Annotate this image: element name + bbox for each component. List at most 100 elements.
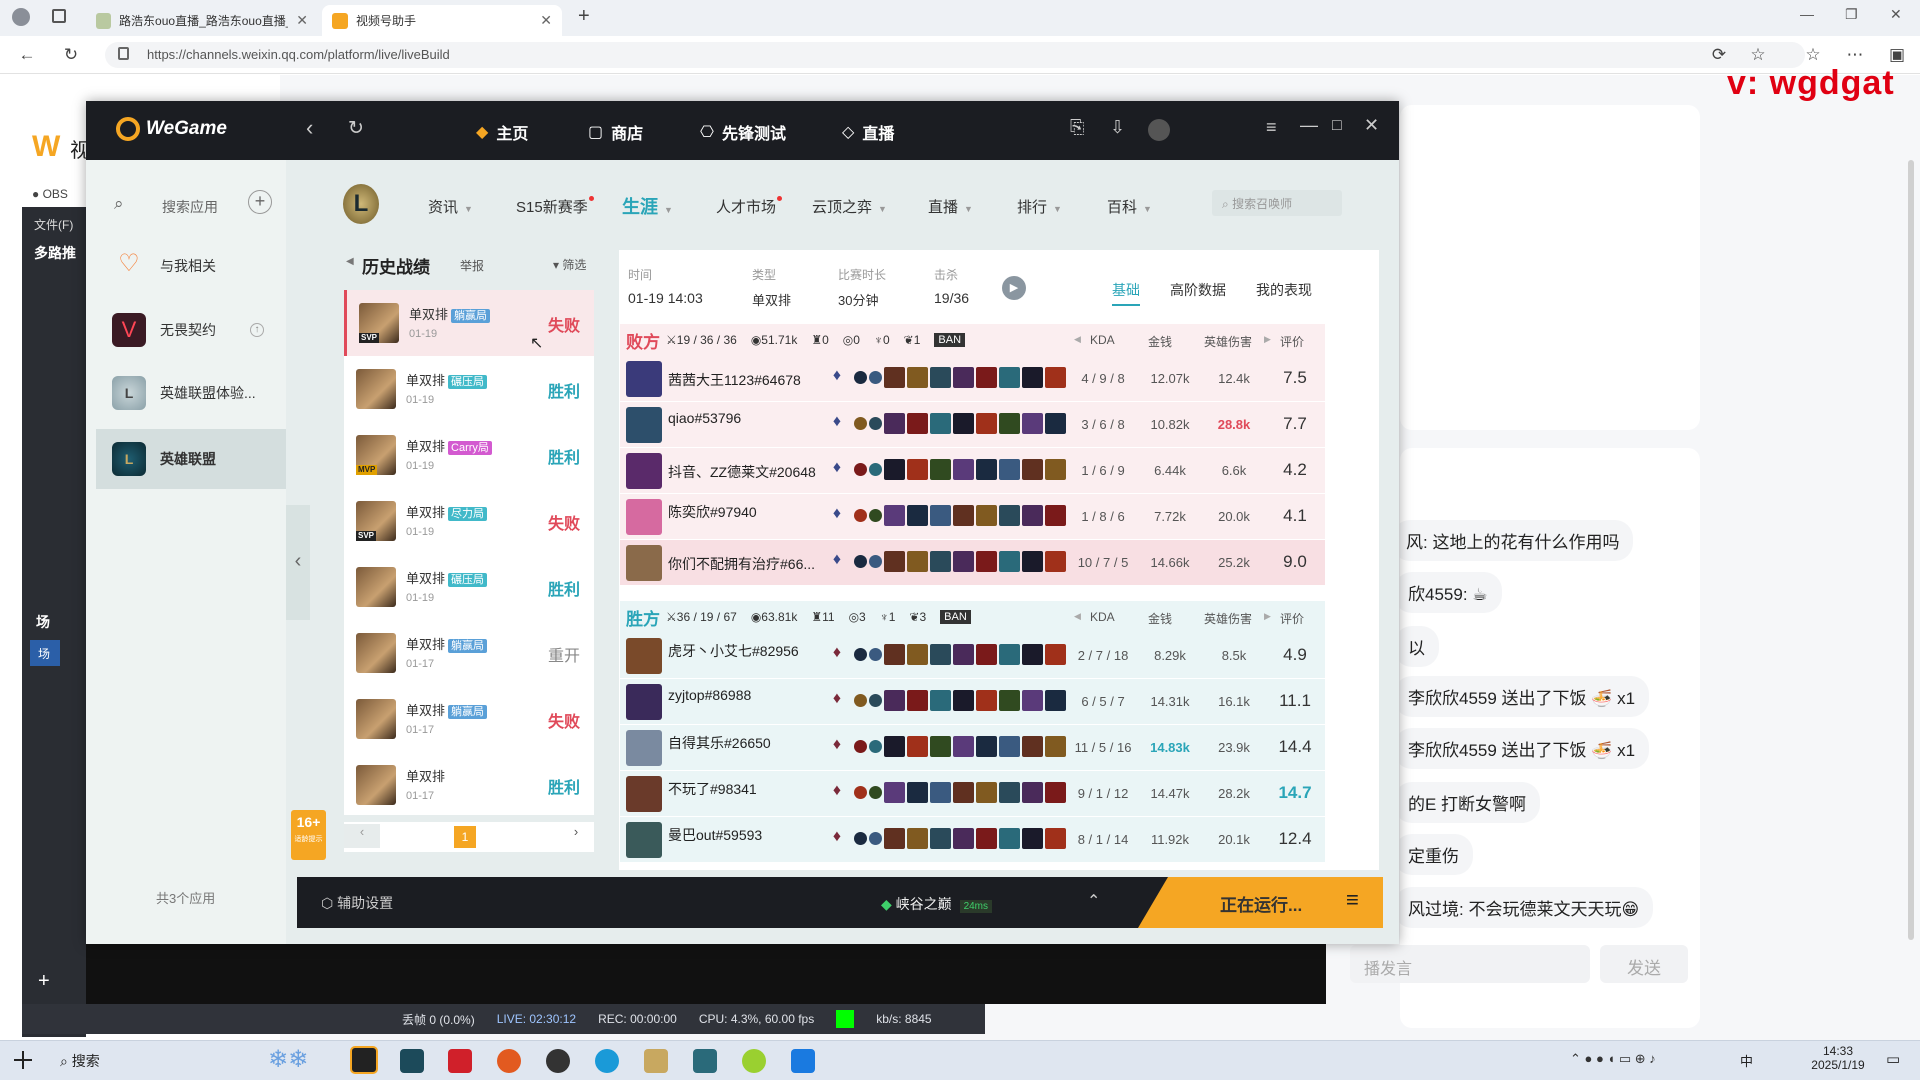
column-gold[interactable]: 金钱	[1148, 610, 1172, 627]
wg-download-icon[interactable]: ⇩	[1110, 117, 1125, 138]
wg-refresh-icon[interactable]: ↻	[348, 117, 364, 140]
app-icon-wegame[interactable]	[350, 1046, 378, 1074]
player-row[interactable]: 抖音、ZZ德莱文#20648 ♦ 1 / 6 / 9 6.44k 6.6k 4.2	[620, 448, 1325, 493]
scroll-right-icon[interactable]: ▶	[1264, 611, 1271, 622]
comment-input[interactable]: 播发言	[1350, 945, 1590, 983]
taskbar-clock[interactable]: 14:33 2025/1/19	[1808, 1044, 1868, 1072]
scroll-left-icon[interactable]: ◀	[1074, 334, 1081, 345]
ime-indicator[interactable]: 中	[1740, 1051, 1753, 1070]
history-row[interactable]: 单双排 躺赢局 01-17 重开	[344, 620, 594, 686]
app-icon-game[interactable]	[497, 1049, 521, 1073]
tray-icons[interactable]: ⌃ ● ● ◖ ▭ ⊕ ♪	[1570, 1051, 1656, 1067]
add-app-icon[interactable]: +	[248, 190, 272, 214]
app-icon-blue[interactable]	[791, 1049, 815, 1073]
browser-tab-assistant[interactable]: 视频号助手 ✕	[322, 5, 562, 36]
column-kda[interactable]: KDA	[1090, 333, 1115, 347]
app-icon-wps[interactable]	[448, 1049, 472, 1073]
history-row[interactable]: 单双排 碾压局 01-19 胜利	[344, 554, 594, 620]
ban-button[interactable]: BAN	[940, 610, 971, 624]
report-link[interactable]: 举报	[460, 257, 484, 274]
column-kda[interactable]: KDA	[1090, 610, 1115, 624]
player-row[interactable]: 不玩了#98341 ♦ 9 / 1 / 12 14.47k 28.2k 14.7	[620, 771, 1325, 816]
column-dmg[interactable]: 英雄伤害	[1204, 610, 1252, 627]
app-icon-lol2[interactable]	[644, 1049, 668, 1073]
wg-back-icon[interactable]: ‹	[306, 115, 313, 141]
url-field[interactable]: https://channels.weixin.qq.com/platform/…	[105, 42, 1805, 68]
tab-basic[interactable]: 基础	[1112, 280, 1140, 306]
column-gold[interactable]: 金钱	[1148, 333, 1172, 350]
sidebar-item-related[interactable]: ♡ 与我相关	[96, 237, 276, 295]
tab-my-performance[interactable]: 我的表现	[1256, 280, 1312, 300]
prev-page-icon[interactable]: ‹	[344, 824, 380, 848]
column-score[interactable]: 评价	[1280, 610, 1304, 627]
summoner-search[interactable]: ⌕ 搜索召唤师	[1212, 190, 1342, 216]
wg-nav-live[interactable]: ◇ 直播	[842, 120, 894, 144]
back-icon[interactable]: ←	[14, 42, 40, 68]
column-score[interactable]: 评价	[1280, 333, 1304, 350]
running-button[interactable]: 正在运行... ≡	[1138, 877, 1383, 928]
player-row[interactable]: qiao#53796 ♦ 3 / 6 / 8 10.82k 28.8k 7.7	[620, 402, 1325, 447]
wg-nav-home[interactable]: ◆ 主页	[476, 120, 528, 144]
search-icon[interactable]: ⌕	[114, 194, 124, 214]
lol-nav-item[interactable]: 生涯 ▼	[622, 193, 673, 219]
app-icon-lol[interactable]	[400, 1049, 424, 1073]
assist-settings-button[interactable]: ⬡ 辅助设置	[321, 893, 393, 913]
lol-nav-item[interactable]: 直播 ▼	[928, 196, 973, 217]
wg-app-search[interactable]: 搜索应用	[162, 197, 218, 217]
restore-icon[interactable]: ❐	[1845, 6, 1858, 23]
server-status[interactable]: ◆ 峡谷之巅 24ms	[881, 894, 993, 914]
lol-nav-item[interactable]: S15新赛季	[516, 196, 594, 217]
player-row[interactable]: 曼巴out#59593 ♦ 8 / 1 / 14 11.92k 20.1k 12.4	[620, 817, 1325, 862]
wg-minimize-icon[interactable]: —	[1300, 115, 1318, 136]
reload-icon[interactable]: ↻	[58, 42, 84, 68]
scroll-right-icon[interactable]: ▶	[1264, 334, 1271, 345]
filter-button[interactable]: ▾ 筛选	[553, 256, 586, 273]
lol-nav-item[interactable]: 云顶之弈 ▼	[812, 196, 887, 217]
sidebar-item-valorant[interactable]: V 无畏契约 ↑	[96, 301, 276, 359]
start-icon[interactable]	[14, 1051, 32, 1069]
ban-button[interactable]: BAN	[934, 333, 966, 347]
history-row[interactable]: MVP 单双排 Carry局 01-19 胜利	[344, 422, 594, 488]
wg-avatar[interactable]	[1148, 119, 1170, 141]
close-tab-icon[interactable]: ✕	[540, 12, 552, 29]
history-row[interactable]: SVP 单双排 尽力局 01-19 失败	[344, 488, 594, 554]
wg-maximize-icon[interactable]: □	[1332, 117, 1342, 135]
lol-nav-item[interactable]: 人才市场	[716, 196, 783, 217]
close-tab-icon[interactable]: ✕	[296, 12, 308, 29]
scroll-left-icon[interactable]: ◀	[1074, 611, 1081, 622]
column-dmg[interactable]: 英雄伤害	[1204, 333, 1252, 350]
app-icon-client[interactable]	[693, 1049, 717, 1073]
taskbar-search[interactable]: ⌕ 搜索	[60, 1051, 100, 1071]
close-window-icon[interactable]: ✕	[1890, 6, 1902, 23]
player-row[interactable]: 茜茜大王1123#64678 ♦ 4 / 9 / 8 12.07k 12.4k 7.5	[620, 356, 1325, 401]
new-tab-icon[interactable]: +	[578, 5, 590, 28]
lol-nav-item[interactable]: 资讯 ▼	[428, 196, 473, 217]
app-icon-obs[interactable]	[546, 1049, 570, 1073]
player-row[interactable]: 自得其乐#26650 ♦ 11 / 5 / 16 14.83k 23.9k 14.4	[620, 725, 1325, 770]
hamburger-icon[interactable]: ≡	[1346, 887, 1359, 913]
tab-actions-icon[interactable]	[52, 9, 66, 23]
history-row[interactable]: SVP 单双排 躺赢局 01-19 失败	[344, 290, 594, 356]
app-icon-green[interactable]	[742, 1049, 766, 1073]
player-row[interactable]: 你们不配拥有治疗#66... ♦ 10 / 7 / 5 14.66k 25.2k 9.0	[620, 540, 1325, 585]
history-row[interactable]: 单双排 躺赢局 01-17 失败	[344, 686, 594, 752]
tab-advanced[interactable]: 高阶数据	[1170, 280, 1226, 300]
history-row[interactable]: 单双排 碾压局 01-19 胜利	[344, 356, 594, 422]
page-number[interactable]: 1	[454, 826, 476, 848]
replay-play-icon[interactable]: ▶	[1002, 276, 1026, 300]
notification-icon[interactable]: ▭	[1886, 1050, 1900, 1068]
browser-tab-live[interactable]: 路浩东ouo直播_路浩东ouo直播_... ✕	[86, 5, 318, 36]
player-row[interactable]: 陈奕欣#97940 ♦ 1 / 8 / 6 7.72k 20.0k 4.1	[620, 494, 1325, 539]
history-row[interactable]: 单双排 01-17 胜利	[344, 752, 594, 818]
wg-nav-test[interactable]: ⎔ 先锋测试	[700, 120, 786, 144]
sidebar-item-lol-test[interactable]: L 英雄联盟体验...	[96, 364, 276, 422]
wg-close-icon[interactable]: ✕	[1364, 115, 1379, 136]
next-page-icon[interactable]: ›	[558, 824, 594, 848]
wg-screenshot-icon[interactable]: ⎘	[1070, 117, 1084, 138]
lol-nav-item[interactable]: 百科 ▼	[1107, 196, 1152, 217]
wg-nav-store[interactable]: ▢ 商店	[588, 120, 643, 144]
player-row[interactable]: zyjtop#86988 ♦ 6 / 5 / 7 14.31k 16.1k 11.1	[620, 679, 1325, 724]
obs-file-menu[interactable]: 文件(F)	[34, 216, 73, 233]
obs-add-scene-icon[interactable]: +	[38, 970, 50, 993]
app-icon-edge[interactable]	[595, 1049, 619, 1073]
